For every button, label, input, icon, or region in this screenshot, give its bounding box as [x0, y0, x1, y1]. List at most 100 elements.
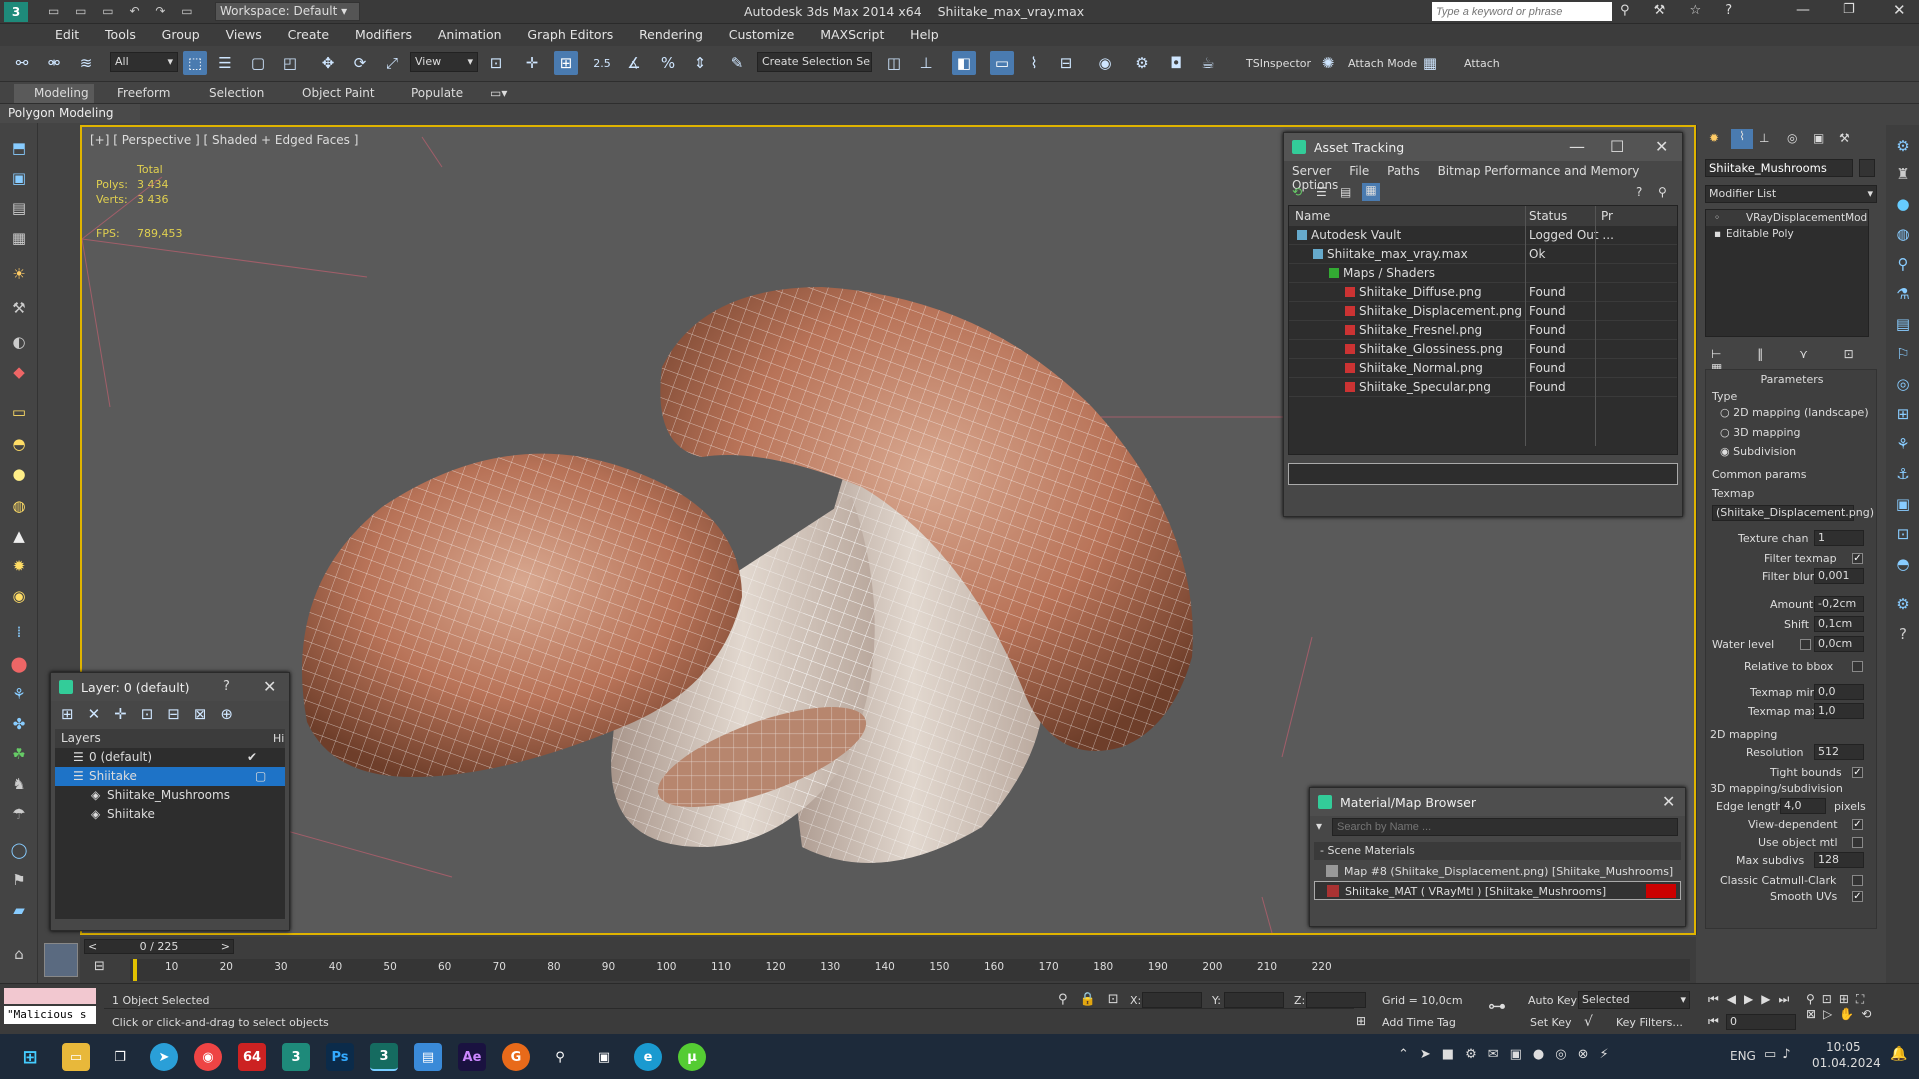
track-bar[interactable] — [130, 959, 1690, 981]
help-icons[interactable]: ⚲ ⚒ ☆ ? — [1620, 3, 1742, 18]
add-time-tag-icon[interactable]: ⊞ — [1356, 1014, 1366, 1028]
key-mode-dropdown[interactable]: Selected ▾ — [1578, 991, 1690, 1009]
parameters-title[interactable]: Parameters — [1706, 373, 1878, 386]
torrent-icon[interactable]: µ — [678, 1043, 706, 1071]
select-manipulate-icon[interactable]: ✛ — [520, 51, 544, 75]
tool-11-icon[interactable]: ● — [8, 463, 30, 485]
material-item-shiitake-mat[interactable]: Shiitake_MAT ( VRayMtl ) [Shiitake_Mushr… — [1314, 881, 1681, 900]
clock-time[interactable]: 10:05 — [1826, 1040, 1861, 1054]
create-tab-icon[interactable]: ✹ — [1709, 131, 1719, 145]
time-cursor[interactable] — [133, 959, 137, 981]
mirror-icon[interactable]: ◫ — [882, 51, 906, 75]
file-explorer-icon[interactable]: ▭ — [62, 1043, 90, 1071]
maxscript-listener-pink[interactable] — [4, 988, 96, 1004]
tool-9-icon[interactable]: ▭ — [8, 401, 30, 423]
tool-13-icon[interactable]: ▲ — [8, 525, 30, 547]
layer-row-default[interactable]: ☰ 0 (default) ✔ — [55, 748, 285, 767]
tool-22-icon[interactable]: ☂ — [8, 803, 30, 825]
water-level-checkbox[interactable] — [1800, 639, 1811, 650]
3dsmax-task-icon[interactable]: 3 — [282, 1043, 310, 1071]
asset-row[interactable]: Shiitake_Displacement.png Found — [1289, 302, 1677, 321]
asset-row[interactable]: Shiitake_Normal.png Found — [1289, 359, 1677, 378]
stack-item-vraydisplacement[interactable]: ◦ VRayDisplacementMod — [1706, 210, 1868, 226]
named-selection-dropdown[interactable]: Create Selection Se — [757, 52, 872, 72]
time-slider[interactable]: <0 / 225 > — [84, 939, 234, 954]
asset-path-field[interactable] — [1288, 463, 1678, 485]
radio-3d-mapping[interactable]: ○ 3D mapping — [1720, 426, 1801, 439]
asset-row[interactable]: Shiitake_Fresnel.png Found — [1289, 321, 1677, 340]
viewport-nav-controls[interactable]: ⚲⊡⊞⛶ ⊠▷✋⟲ — [1806, 992, 1916, 1021]
render-icon[interactable]: ☕ — [1196, 51, 1220, 75]
layer-manager-icon[interactable]: ◧ — [952, 51, 976, 75]
material-search-input[interactable] — [1332, 818, 1678, 836]
tool-7-icon[interactable]: ◐ — [8, 331, 30, 353]
view-dependent-checkbox[interactable]: ✓ — [1852, 819, 1863, 830]
layer-explorer-window[interactable]: Layer: 0 (default) ? ✕ ⊞✕✛⊡⊟⊠⊕ Layers Hid… — [50, 672, 290, 931]
window-crossing-icon[interactable]: ◰ — [278, 51, 302, 75]
modifier-list-dropdown[interactable]: Modifier List ▾ — [1705, 185, 1877, 203]
system-tray-icons[interactable]: ⌃➤■⚙✉▣●◎⊗⚡ — [1398, 1047, 1620, 1062]
options-arrow-icon[interactable]: ▾ — [1316, 819, 1322, 833]
asset-menu-bitmap[interactable]: Bitmap Performance and Memory — [1438, 164, 1640, 178]
maximize-icon[interactable]: ☐ — [1610, 137, 1624, 156]
minimize-icon[interactable]: — — [1569, 137, 1585, 156]
menu-create[interactable]: Create — [277, 24, 341, 45]
edge-icon[interactable]: e — [634, 1043, 662, 1071]
unlink-icon[interactable]: ⚮ — [42, 51, 66, 75]
tab-object-paint[interactable]: Object Paint — [302, 86, 375, 100]
display-tab-icon[interactable]: ▣ — [1813, 131, 1824, 145]
strip-13-icon[interactable]: ▣ — [1892, 493, 1914, 515]
tool-2-icon[interactable]: ▣ — [8, 167, 30, 189]
use-object-mtl-checkbox[interactable] — [1852, 837, 1863, 848]
texmap-button[interactable]: (Shiitake_Displacement.png) — [1712, 505, 1874, 521]
curve-editor-icon[interactable]: ⌇ — [1022, 51, 1046, 75]
key-icon[interactable]: ⊶ — [1488, 996, 1506, 1017]
col-status[interactable]: Status — [1529, 206, 1567, 226]
relative-bbox-checkbox[interactable] — [1852, 661, 1863, 672]
app-64-icon[interactable]: 64 — [238, 1043, 266, 1071]
tool-1-icon[interactable]: ⬒ — [8, 137, 30, 159]
hide-box-icon[interactable]: ▢ — [255, 767, 266, 786]
strip-9-icon[interactable]: ◎ — [1892, 373, 1914, 395]
material-editor-icon[interactable]: ◉ — [1093, 51, 1117, 75]
tool-16-icon[interactable]: ⁞ — [8, 621, 30, 643]
workspace-dropdown[interactable]: Workspace: Default ▾ — [215, 2, 360, 21]
asset-tracking-window[interactable]: Asset Tracking — ☐ ✕ Server File Paths B… — [1283, 132, 1683, 517]
chrome-icon[interactable]: ◉ — [194, 1043, 222, 1071]
object-color-swatch[interactable] — [1859, 159, 1875, 177]
tool-25-icon[interactable]: ▰ — [8, 899, 30, 921]
tool-19-icon[interactable]: ✤ — [8, 713, 30, 735]
tool-14-icon[interactable]: ✹ — [8, 555, 30, 577]
strip-7-icon[interactable]: ▤ — [1892, 313, 1914, 335]
pivot-center-icon[interactable]: ⊡ — [484, 51, 508, 75]
col-hide[interactable]: Hid — [273, 729, 285, 748]
strip-2-icon[interactable]: ♜ — [1892, 163, 1914, 185]
rotate-icon[interactable]: ⟳ — [348, 51, 372, 75]
tool-20-icon[interactable]: ☘ — [8, 743, 30, 765]
help-icon[interactable]: ? — [1636, 185, 1642, 199]
z-coordinate-field[interactable] — [1306, 992, 1366, 1008]
close-button[interactable]: ✕ — [1893, 1, 1906, 19]
x-coordinate-field[interactable] — [1142, 992, 1202, 1008]
search-app-icon[interactable]: ⚲ — [546, 1043, 574, 1071]
schematic-view-icon[interactable]: ⊟ — [1054, 51, 1078, 75]
strip-11-icon[interactable]: ⚘ — [1892, 433, 1914, 455]
strip-14-icon[interactable]: ⊡ — [1892, 523, 1914, 545]
attach-label[interactable]: Attach — [1464, 57, 1500, 70]
menu-customize[interactable]: Customize — [718, 24, 806, 45]
radio-2d-mapping[interactable]: ○ 2D mapping (landscape) — [1720, 406, 1869, 419]
link-icon[interactable]: ⚯ — [10, 51, 34, 75]
current-frame-field[interactable]: 0 — [1726, 1014, 1796, 1030]
refresh-icon[interactable]: ⟲ — [1292, 185, 1302, 199]
strip-10-icon[interactable]: ⊞ — [1892, 403, 1914, 425]
start-windows-icon[interactable]: ⊞ — [16, 1043, 44, 1071]
align-icon[interactable]: ⊥ — [914, 51, 938, 75]
clock-date[interactable]: 01.04.2024 — [1812, 1056, 1881, 1070]
select-by-name-icon[interactable]: ☰ — [213, 51, 237, 75]
texture-chan-spinner[interactable]: 1 — [1814, 530, 1864, 546]
modify-tab-icon[interactable]: ⌇ — [1731, 129, 1753, 149]
track-bar-toggle-icon[interactable]: ⊟ — [94, 959, 105, 974]
menu-animation[interactable]: Animation — [427, 24, 513, 45]
tool-23-icon[interactable]: ◯ — [8, 839, 30, 861]
after-effects-icon[interactable]: Ae — [458, 1043, 486, 1071]
